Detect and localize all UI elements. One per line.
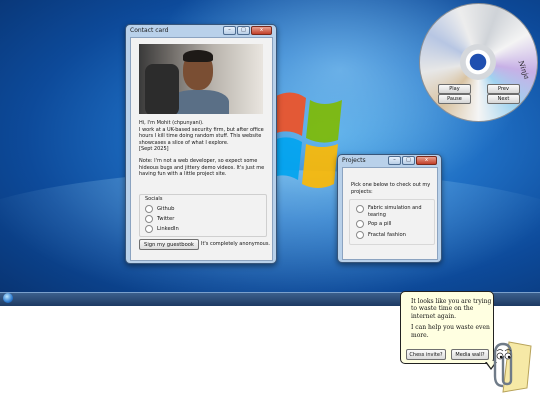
close-button[interactable]: x (416, 156, 437, 165)
project-label: Pop a pill (368, 221, 392, 227)
socials-label: Socials (145, 196, 163, 202)
contact-card-content: Hi, I'm Mohit (chpunyani). I work at a U… (130, 37, 273, 261)
note-text: Note: I'm not a web developer, so expect… (139, 158, 269, 178)
bio-line: I work at a UK-based security firm, but … (139, 126, 264, 133)
intro-line: projects: (351, 188, 373, 195)
radio-button[interactable] (145, 205, 153, 213)
projects-content: Pick one below to check out my projects:… (342, 167, 438, 260)
project-item-pill[interactable]: Pop a pill (356, 219, 392, 229)
clippy-line: It looks like you are trying (411, 298, 492, 305)
bio-line: [Sept 2025] (139, 146, 169, 153)
prev-button[interactable]: Prev (487, 84, 520, 94)
socials-list: Github Twitter LinkedIn (145, 204, 179, 234)
clippy-line: more. (411, 331, 429, 339)
note-line: hideous bugs and jittery demo videos. It… (139, 164, 265, 171)
contact-card-window[interactable]: Contact card – □ x Hi, I'm Mohit (chpuny… (125, 24, 277, 264)
maximize-button[interactable]: □ (402, 156, 415, 165)
bio-line: showcases a slice of what I explore. (139, 139, 229, 146)
maximize-button[interactable]: □ (237, 26, 250, 35)
project-label-line: Fabric simulation and (368, 205, 422, 211)
social-github[interactable]: Github (145, 204, 179, 214)
bio-line: Hi, I'm Mohit (chpunyani). (139, 120, 204, 126)
intro-line: Pick one below to check out my (351, 182, 431, 188)
clippy-message: It looks like you are trying to waste ti… (411, 298, 491, 339)
cd-label-text: Ninja (516, 59, 531, 81)
bio-text: Hi, I'm Mohit (chpunyani). I work at a U… (139, 120, 269, 153)
social-twitter[interactable]: Twitter (145, 214, 179, 224)
radio-button[interactable] (145, 225, 153, 233)
window-controls: – □ x (388, 156, 437, 165)
pause-button[interactable]: Pause (438, 94, 471, 104)
radio-button[interactable] (356, 205, 364, 213)
minimize-button[interactable]: – (223, 26, 236, 35)
projects-group: Fabric simulation and tearing Pop a pill… (349, 199, 435, 245)
radio-button[interactable] (145, 215, 153, 223)
media-wall-button[interactable]: Media wall? (451, 349, 489, 360)
profile-photo (139, 44, 263, 114)
window-title: Contact card (130, 27, 169, 34)
window-title: Projects (342, 157, 366, 164)
cd-disc-icon[interactable]: Ninja Play Prev Pause Next (419, 3, 538, 122)
next-button[interactable]: Next (487, 94, 520, 104)
cd-hub (460, 44, 496, 80)
socials-group: Socials Github Twitter LinkedIn (139, 194, 267, 237)
clippy-paperclip-icon[interactable] (487, 336, 537, 396)
project-item-fabric[interactable]: Fabric simulation and tearing (356, 204, 422, 218)
social-label: Github (157, 206, 175, 212)
social-label: LinkedIn (157, 226, 179, 232)
close-button[interactable]: x (251, 26, 272, 35)
clippy-line: I can help you waste even (411, 324, 490, 332)
radio-button[interactable] (356, 231, 364, 239)
clippy-line: to waste time on the (411, 305, 474, 313)
window-controls: – □ x (223, 26, 272, 35)
note-line: having fun with a little project site. (139, 171, 227, 178)
project-label-line: tearing (368, 211, 386, 218)
guestbook-button[interactable]: Sign my guestbook (139, 239, 199, 250)
bio-line: hours I kill time doing random stuff. Th… (139, 133, 262, 140)
play-button[interactable]: Play (438, 84, 471, 94)
photo-person-hair (183, 50, 213, 62)
windows-flag-icon (272, 92, 342, 188)
minimize-button[interactable]: – (388, 156, 401, 165)
photo-chair (145, 64, 179, 114)
windows-start-orb-icon[interactable] (3, 293, 13, 303)
project-label: Fractal fashion (368, 232, 406, 238)
projects-intro: Pick one below to check out my projects: (351, 182, 435, 195)
radio-button[interactable] (356, 220, 364, 228)
project-item-fractal[interactable]: Fractal fashion (356, 230, 406, 240)
project-label: Fabric simulation and tearing (368, 204, 422, 218)
chess-invite-button[interactable]: Chess invite? (406, 349, 446, 360)
note-line: Note: I'm not a web developer, so expect… (139, 158, 258, 164)
clippy-speech-bubble: It looks like you are trying to waste ti… (400, 291, 497, 370)
guestbook-note: It's completely anonymous. (201, 241, 271, 247)
social-label: Twitter (157, 216, 175, 222)
clippy-line: internet again. (411, 312, 457, 320)
projects-window[interactable]: Projects – □ x Pick one below to check o… (337, 154, 442, 263)
social-linkedin[interactable]: LinkedIn (145, 224, 179, 234)
